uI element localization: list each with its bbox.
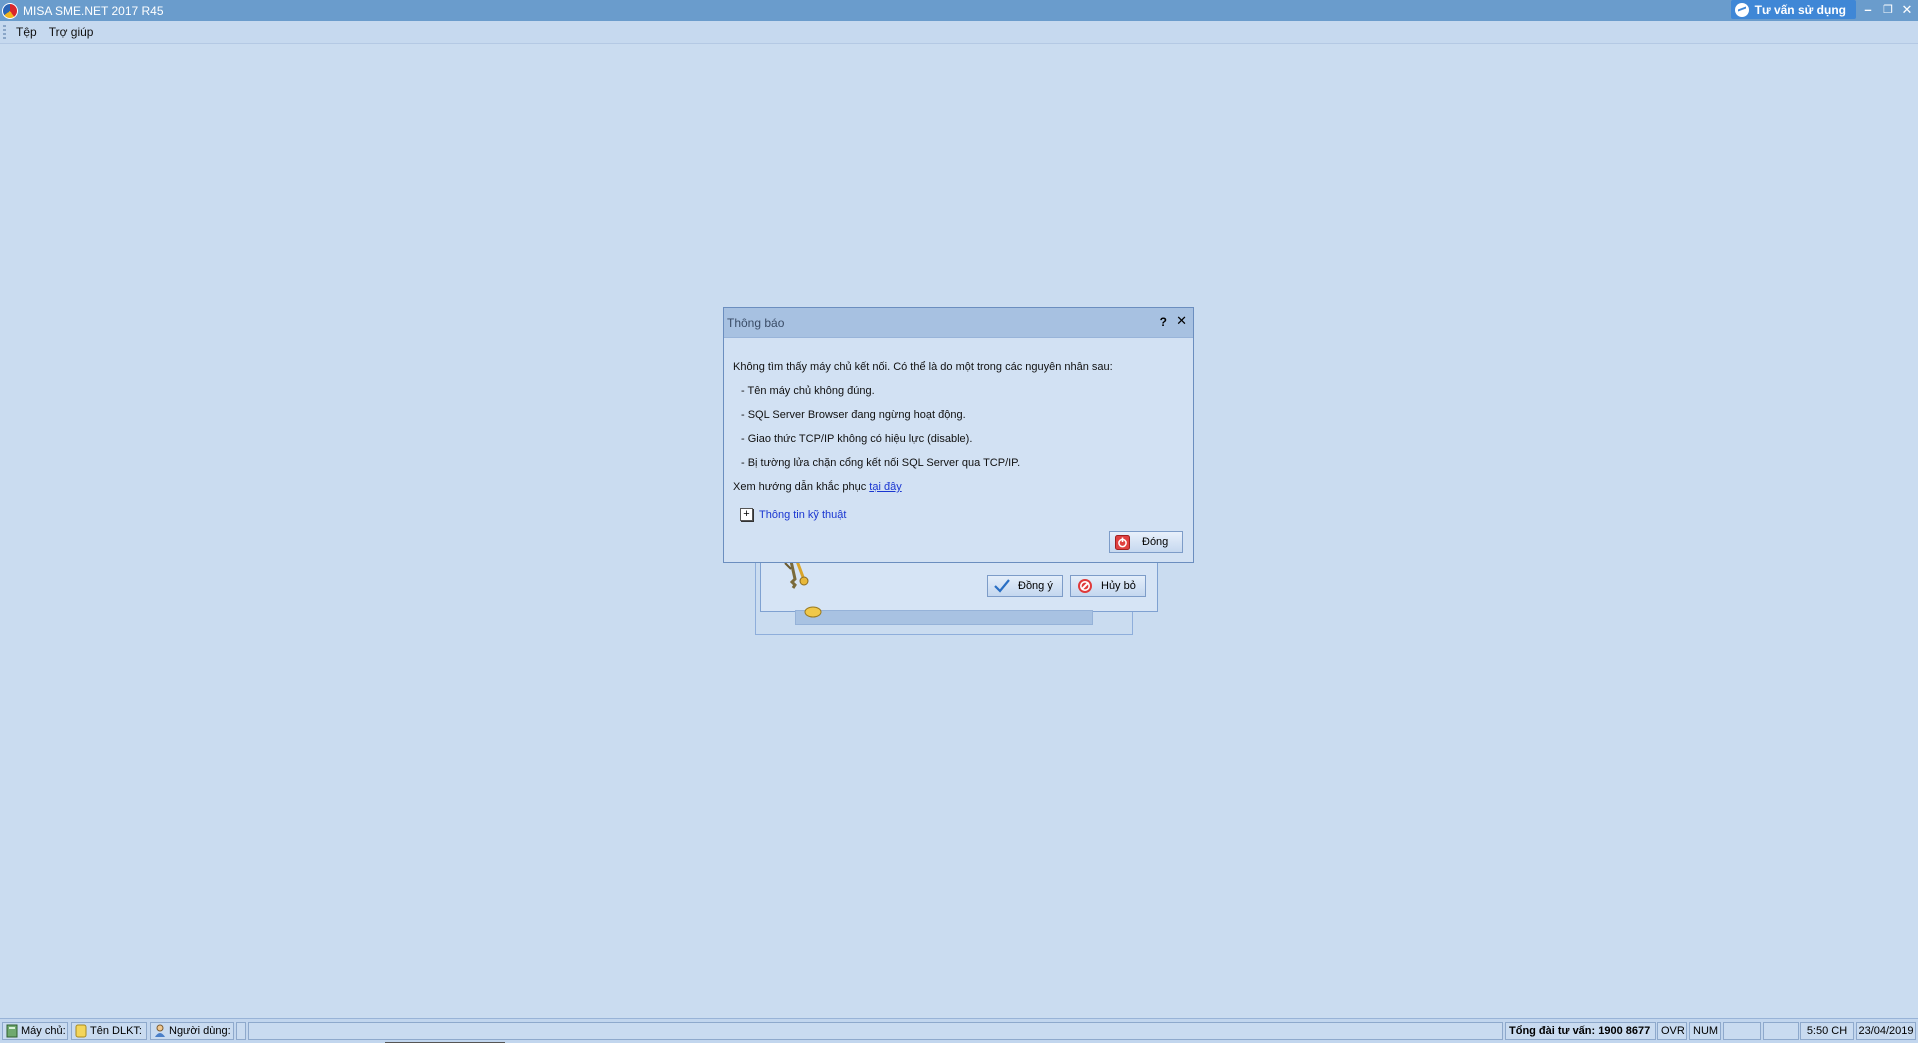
status-server: Máy chủ: xyxy=(2,1022,68,1040)
guide-line: Xem hướng dẫn khắc phục tại đây xyxy=(733,480,1113,504)
expand-icon[interactable]: + xyxy=(740,508,753,521)
status-num: NUM xyxy=(1689,1022,1721,1040)
server-icon xyxy=(6,1024,18,1038)
window-title: MISA SME.NET 2017 R45 xyxy=(23,3,164,18)
cancel-icon xyxy=(1077,578,1093,594)
status-user: Người dùng: xyxy=(150,1022,234,1040)
power-icon xyxy=(1115,534,1130,550)
status-bar: Máy chủ: Tên DLKT: Người dùng: Tổng đài … xyxy=(0,1018,1918,1043)
status-message-area xyxy=(248,1022,1503,1040)
title-bar: MISA SME.NET 2017 R45 Tư vấn sử dụng – ❐… xyxy=(0,0,1918,21)
status-empty-1 xyxy=(1723,1022,1761,1040)
reason-item: - Tên máy chủ không đúng. xyxy=(741,385,875,397)
status-hotline: Tổng đài tư vấn: 1900 8677 xyxy=(1505,1022,1656,1040)
dialog-close-button[interactable]: Đóng xyxy=(1109,531,1183,553)
menu-bar: Tệp Trợ giúp xyxy=(0,21,1918,44)
status-ovr: OVR xyxy=(1657,1022,1687,1040)
tech-info-label[interactable]: Thông tin kỹ thuật xyxy=(759,509,846,521)
status-spacer xyxy=(236,1022,246,1040)
guide-link[interactable]: tại đây xyxy=(869,481,901,493)
support-button-label: Tư vấn sử dụng xyxy=(1754,2,1846,17)
dialog-close-label: Đóng xyxy=(1142,536,1169,548)
background-cancel-label: Hủy bỏ xyxy=(1101,580,1136,592)
user-icon xyxy=(154,1024,166,1038)
lock-icon xyxy=(804,606,822,618)
tech-info-toggle[interactable]: + Thông tin kỹ thuật xyxy=(740,508,846,521)
background-cancel-button[interactable]: Hủy bỏ xyxy=(1070,575,1146,597)
reason-item: - SQL Server Browser đang ngừng hoạt độn… xyxy=(741,409,966,421)
dialog-titlebar: Thông báo ? ✕ xyxy=(724,308,1193,338)
menu-grip-icon xyxy=(3,25,6,39)
status-date: 23/04/2019 xyxy=(1856,1022,1916,1040)
database-label: Tên DLKT: xyxy=(90,1025,142,1037)
restore-button[interactable]: ❐ xyxy=(1880,2,1896,18)
menu-item-help[interactable]: Trợ giúp xyxy=(49,25,94,39)
messenger-icon xyxy=(1734,2,1749,17)
login-form-strip xyxy=(795,610,1093,625)
close-window-button[interactable]: ✕ xyxy=(1899,2,1915,18)
dialog-message: Không tìm thấy máy chủ kết nối. Có thể l… xyxy=(733,361,1113,373)
reason-item: - Bị tường lửa chặn cổng kết nối SQL Ser… xyxy=(741,457,1021,469)
dialog-title: Thông báo xyxy=(727,315,785,330)
user-label: Người dùng: xyxy=(169,1025,231,1037)
minimize-button[interactable]: – xyxy=(1860,2,1876,18)
database-icon xyxy=(75,1024,87,1038)
check-icon xyxy=(994,579,1010,593)
app-logo-icon xyxy=(2,2,18,19)
reason-item: - Giao thức TCP/IP không có hiệu lực (di… xyxy=(741,433,973,445)
dialog-message-body: Không tìm thấy máy chủ kết nối. Có thể l… xyxy=(733,360,1113,504)
server-label: Máy chủ: xyxy=(21,1025,66,1037)
background-ok-button[interactable]: Đồng ý xyxy=(987,575,1063,597)
status-time: 5:50 CH xyxy=(1800,1022,1854,1040)
help-icon[interactable]: ? xyxy=(1160,315,1167,329)
status-database: Tên DLKT: xyxy=(71,1022,147,1040)
support-button[interactable]: Tư vấn sử dụng xyxy=(1730,0,1856,19)
background-ok-label: Đồng ý xyxy=(1018,580,1053,592)
guide-text: Xem hướng dẫn khắc phục xyxy=(733,481,867,493)
menu-item-file[interactable]: Tệp xyxy=(16,25,37,39)
status-empty-2 xyxy=(1763,1022,1799,1040)
dialog-close-icon[interactable]: ✕ xyxy=(1176,313,1187,329)
notification-dialog: Thông báo ? ✕ Không tìm thấy máy chủ kết… xyxy=(723,307,1194,563)
